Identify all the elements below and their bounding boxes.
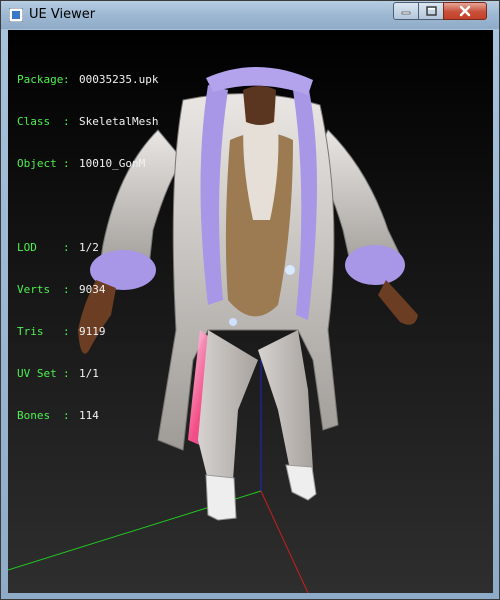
info-separator: : xyxy=(63,73,70,86)
info-label: LOD xyxy=(17,241,37,254)
info-separator: : xyxy=(63,115,70,128)
info-value: SkeletalMesh xyxy=(79,115,159,128)
info-label: Package xyxy=(17,73,64,86)
info-separator: : xyxy=(63,409,70,422)
info-separator: : xyxy=(63,367,70,380)
info-label: Object xyxy=(17,157,57,170)
app-icon xyxy=(9,8,23,22)
close-icon xyxy=(459,5,471,17)
info-value: 00035235.upk xyxy=(79,73,159,86)
info-label: Class xyxy=(17,115,51,128)
mesh-info-overlay: Package:00035235.upk Class: SkeletalMesh … xyxy=(17,45,158,451)
ue-viewer-window: UE Viewer Package: 00035235.upk Class:… xyxy=(0,0,500,600)
info-row-uvset: UV Set:1/1 xyxy=(17,367,158,381)
minimize-icon xyxy=(401,11,411,15)
info-value: 9034 xyxy=(79,283,106,296)
info-row-lod: LOD:1/2 xyxy=(17,241,158,255)
maximize-button[interactable] xyxy=(418,2,444,20)
info-separator: : xyxy=(63,241,70,254)
info-label: Verts xyxy=(17,283,51,296)
info-row-bones: Bones:114 xyxy=(17,409,158,423)
info-separator: : xyxy=(63,283,70,296)
info-row-class: Class: SkeletalMesh xyxy=(17,115,158,129)
info-value: 9119 xyxy=(79,325,106,338)
info-value: 1/2 xyxy=(79,241,99,254)
info-label: UV Set xyxy=(17,367,57,380)
info-row-verts: Verts:9034 xyxy=(17,283,158,297)
3d-viewport[interactable]: Package:00035235.upk Class: SkeletalMesh … xyxy=(8,30,493,593)
window-title: UE Viewer xyxy=(29,7,96,22)
info-value: 114 xyxy=(79,409,99,422)
maximize-icon xyxy=(425,6,437,16)
info-label: Bones xyxy=(17,409,51,422)
info-row-object: Object:10010_GonM xyxy=(17,157,158,171)
title-bar[interactable]: UE Viewer xyxy=(1,1,499,29)
info-row-tris: Tris:9119 xyxy=(17,325,158,339)
info-row-package: Package:00035235.upk xyxy=(17,73,158,87)
axis-x-line xyxy=(260,490,309,593)
info-label: Tris xyxy=(17,325,44,338)
info-separator: : xyxy=(63,325,70,338)
minimize-button[interactable] xyxy=(393,2,419,20)
info-separator: : xyxy=(63,157,70,170)
close-button[interactable] xyxy=(443,2,487,20)
info-value: 10010_GonM xyxy=(79,157,146,170)
info-value: 1/1 xyxy=(79,367,99,380)
